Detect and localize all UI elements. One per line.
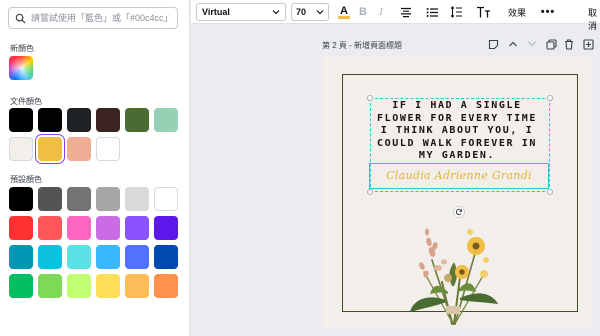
page-title[interactable]: 第 2 頁 - 新增頁面標題 — [322, 40, 402, 51]
design-page[interactable]: IF I HAD A SINGLE FLOWER FOR EVERY TIME … — [322, 56, 592, 328]
default-colors-heading: 預設顏色 — [10, 175, 42, 184]
default-color-swatch[interactable] — [67, 245, 91, 269]
font-size-value: 70 — [296, 7, 307, 17]
color-panel: 新顏色 文件顏色 預設顏色 — [0, 0, 190, 336]
bold-icon[interactable]: B — [357, 4, 369, 20]
document-color-grid — [9, 108, 178, 161]
default-color-swatch[interactable] — [125, 216, 149, 240]
search-icon — [15, 13, 26, 24]
document-color-swatch[interactable] — [9, 108, 33, 132]
default-color-swatch[interactable] — [96, 245, 120, 269]
default-color-swatch[interactable] — [96, 187, 120, 211]
default-color-swatch[interactable] — [154, 274, 178, 298]
rotate-icon[interactable] — [453, 206, 465, 218]
default-color-grid — [9, 187, 178, 298]
add-page-icon[interactable] — [582, 37, 594, 51]
default-color-swatch[interactable] — [125, 274, 149, 298]
document-color-swatch[interactable] — [38, 137, 62, 161]
resize-handle[interactable] — [547, 189, 553, 195]
document-color-swatch[interactable] — [96, 108, 120, 132]
list-icon[interactable] — [425, 4, 439, 20]
default-color-swatch[interactable] — [38, 245, 62, 269]
document-color-swatch[interactable] — [125, 108, 149, 132]
font-family-select[interactable]: Virtual — [196, 3, 286, 21]
document-color-swatch[interactable] — [154, 108, 178, 132]
default-color-swatch[interactable] — [9, 245, 33, 269]
default-color-swatch[interactable] — [125, 187, 149, 211]
color-search[interactable] — [8, 7, 178, 29]
default-color-swatch[interactable] — [154, 216, 178, 240]
document-color-swatch[interactable] — [67, 108, 91, 132]
delete-page-icon[interactable] — [563, 37, 575, 51]
text-color-button[interactable]: A — [337, 4, 351, 20]
font-family-value: Virtual — [202, 7, 230, 17]
document-color-swatch[interactable] — [67, 137, 91, 161]
signature-text-box[interactable]: Claudia Adrienne Grandi — [369, 163, 549, 189]
default-color-swatch[interactable] — [96, 274, 120, 298]
resize-handle[interactable] — [367, 95, 373, 101]
default-color-swatch[interactable] — [9, 274, 33, 298]
text-toolbar: Virtual 70 A B I 效果 ••• 取消 — [191, 0, 600, 31]
font-size-select[interactable]: 70 — [291, 3, 329, 21]
chevron-down-icon — [316, 10, 324, 15]
signature-text[interactable]: Claudia Adrienne Grandi — [370, 169, 548, 182]
chevron-down-icon — [272, 10, 280, 15]
move-up-icon[interactable] — [507, 37, 519, 51]
cancel-button[interactable]: 取消 — [588, 6, 600, 32]
new-color-heading: 新顏色 — [10, 44, 34, 53]
default-color-swatch[interactable] — [67, 187, 91, 211]
flower-bouquet-illustration[interactable] — [402, 222, 502, 326]
svg-text:A: A — [340, 5, 348, 17]
spacing-icon[interactable] — [449, 4, 463, 20]
new-color-picker-button[interactable] — [9, 56, 33, 80]
document-color-swatch[interactable] — [38, 108, 62, 132]
quote-text[interactable]: IF I HAD A SINGLE FLOWER FOR EVERY TIME … — [373, 100, 541, 163]
document-colors-heading: 文件顏色 — [10, 97, 42, 106]
default-color-swatch[interactable] — [9, 216, 33, 240]
default-color-swatch[interactable] — [125, 245, 149, 269]
document-color-swatch[interactable] — [96, 137, 120, 161]
italic-icon[interactable]: I — [375, 4, 387, 20]
default-color-swatch[interactable] — [38, 187, 62, 211]
default-color-swatch[interactable] — [38, 216, 62, 240]
default-color-swatch[interactable] — [154, 245, 178, 269]
duplicate-page-icon[interactable] — [545, 37, 557, 51]
default-color-swatch[interactable] — [96, 216, 120, 240]
add-note-icon[interactable] — [487, 37, 499, 51]
default-color-swatch[interactable] — [154, 187, 178, 211]
default-color-swatch[interactable] — [9, 187, 33, 211]
color-search-input[interactable] — [31, 13, 171, 23]
text-color-icon: A — [338, 5, 350, 19]
default-color-swatch[interactable] — [38, 274, 62, 298]
align-center-icon[interactable] — [399, 4, 413, 20]
effects-button[interactable]: 效果 — [508, 6, 526, 19]
text-transform-icon[interactable] — [475, 4, 491, 20]
editor-window: { "search": {"placeholder": "請嘗試使用「藍色」或「… — [0, 0, 600, 336]
resize-handle[interactable] — [367, 189, 373, 195]
more-options-icon[interactable]: ••• — [541, 4, 555, 20]
document-color-swatch[interactable] — [9, 137, 33, 161]
default-color-swatch[interactable] — [67, 216, 91, 240]
default-color-swatch[interactable] — [67, 274, 91, 298]
move-down-icon[interactable] — [526, 37, 538, 51]
resize-handle[interactable] — [547, 95, 553, 101]
